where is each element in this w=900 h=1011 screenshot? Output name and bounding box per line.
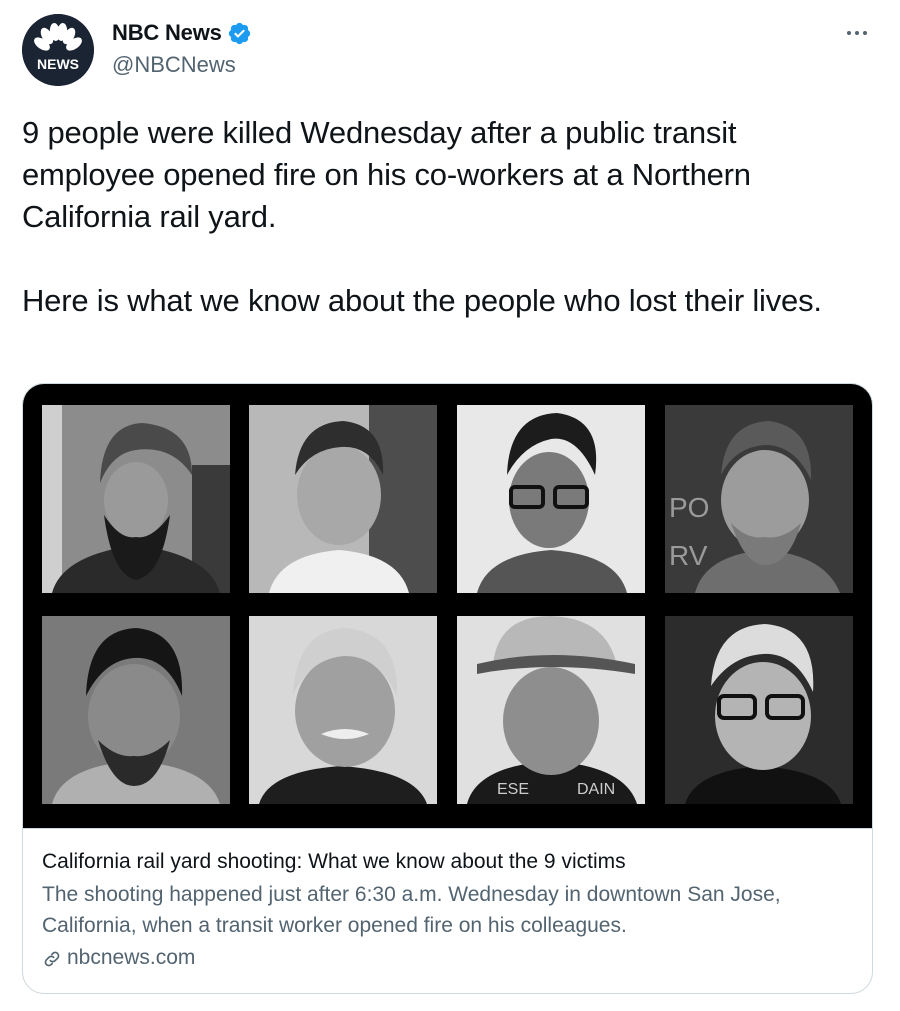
photo-sign-text: PO <box>669 492 709 523</box>
tweet-text: 9 people were killed Wednesday after a p… <box>22 112 862 322</box>
card-image-victims-grid[interactable]: PO RV ESE DAIN <box>23 384 872 829</box>
nbc-peacock-logo: NEWS <box>22 14 94 86</box>
victim-photo-4: PO RV <box>665 405 853 593</box>
card-title[interactable]: California rail yard shooting: What we k… <box>42 848 842 876</box>
victim-photo-6 <box>249 616 437 804</box>
photo-shirt-text: ESE <box>497 781 529 798</box>
card-meta: California rail yard shooting: What we k… <box>42 848 842 973</box>
photo-sign-text: RV <box>669 540 708 571</box>
link-preview-card[interactable]: PO RV ESE DAIN California rail yard shoo… <box>22 383 873 994</box>
more-options-icon[interactable] <box>842 18 872 48</box>
victim-photo-8 <box>665 616 853 804</box>
tweet-paragraph: Here is what we know about the people wh… <box>22 283 822 318</box>
victim-photo-5 <box>42 616 230 804</box>
photo-shirt-text: DAIN <box>577 781 615 798</box>
victim-photo-3 <box>457 405 645 593</box>
verified-badge-icon <box>227 21 252 46</box>
card-description: The shooting happened just after 6:30 a.… <box>42 883 781 937</box>
nbc-news-avatar[interactable]: NEWS <box>22 14 94 86</box>
victim-photo-1 <box>42 405 230 593</box>
card-domain[interactable]: nbcnews.com <box>67 943 195 973</box>
link-icon <box>42 948 62 968</box>
tweet-paragraph: 9 people were killed Wednesday after a p… <box>22 115 751 234</box>
author-display-name[interactable]: NBC News <box>112 20 222 46</box>
victim-photo-7: ESE DAIN <box>457 616 645 804</box>
victim-photo-2 <box>249 405 437 593</box>
card-domain-row[interactable]: nbcnews.com <box>42 943 842 973</box>
tweet: NEWS NBC News @NBCNews 9 people were kil… <box>0 0 900 1011</box>
author-handle[interactable]: @NBCNews <box>112 52 236 78</box>
author-name-row: NBC News <box>112 20 252 46</box>
avatar-text: NEWS <box>37 56 79 72</box>
